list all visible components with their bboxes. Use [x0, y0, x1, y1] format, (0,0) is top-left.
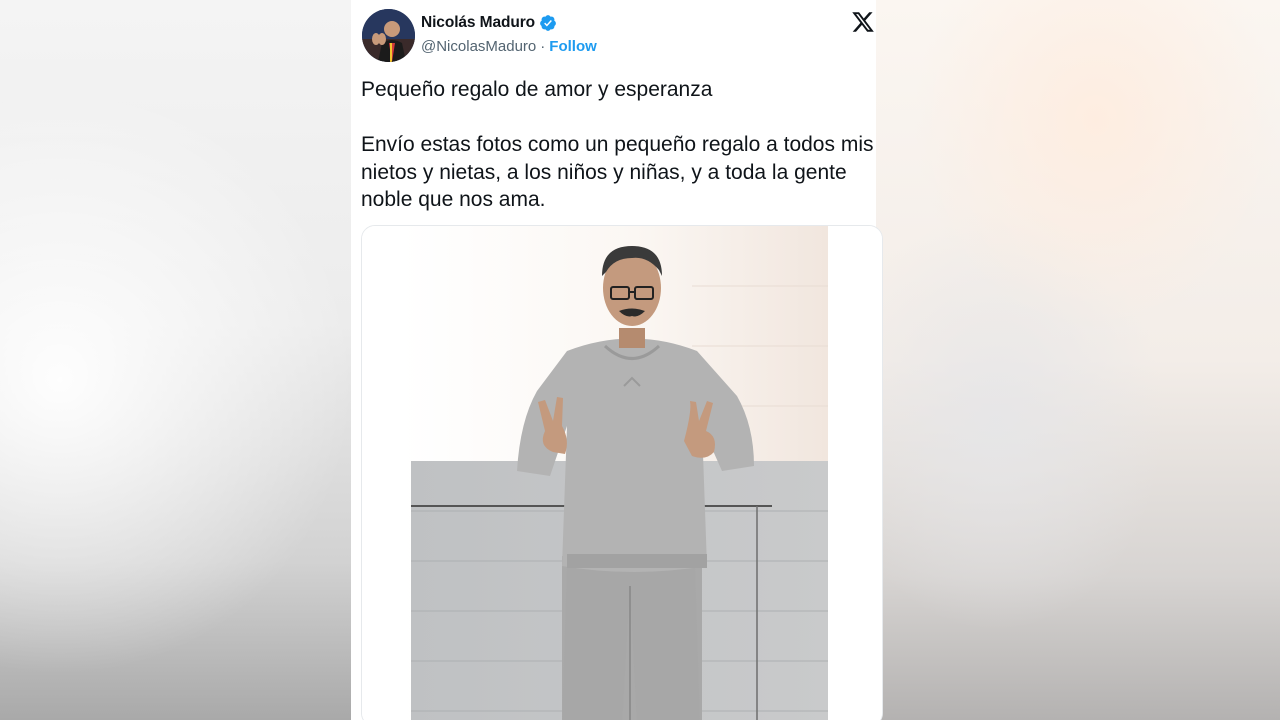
x-logo-icon[interactable]	[851, 10, 875, 34]
tweet-title: Pequeño regalo de amor y esperanza	[361, 78, 713, 101]
author-name-row: Nicolás Maduro	[421, 13, 557, 33]
screenshot-stage: Nicolás Maduro @NicolasMaduro · Follow P…	[0, 0, 1280, 720]
author-handle-row: @NicolasMaduro · Follow	[421, 38, 597, 55]
tweet-media-photo[interactable]	[361, 225, 883, 720]
avatar-image	[362, 9, 415, 62]
blurred-background-left	[0, 0, 352, 720]
separator-dot: ·	[540, 38, 546, 55]
tweet-body-text: Envío estas fotos como un pequeño regalo…	[361, 133, 874, 211]
follow-button[interactable]: Follow	[549, 38, 597, 55]
blurred-background-right	[876, 0, 1280, 720]
author-avatar[interactable]	[362, 9, 415, 62]
tweet-card[interactable]: Nicolás Maduro @NicolasMaduro · Follow P…	[351, 0, 883, 720]
verified-badge-icon	[540, 15, 556, 31]
author-handle[interactable]: @NicolasMaduro	[421, 38, 536, 55]
photo-image	[362, 226, 882, 720]
author-name[interactable]: Nicolás Maduro	[421, 14, 535, 32]
